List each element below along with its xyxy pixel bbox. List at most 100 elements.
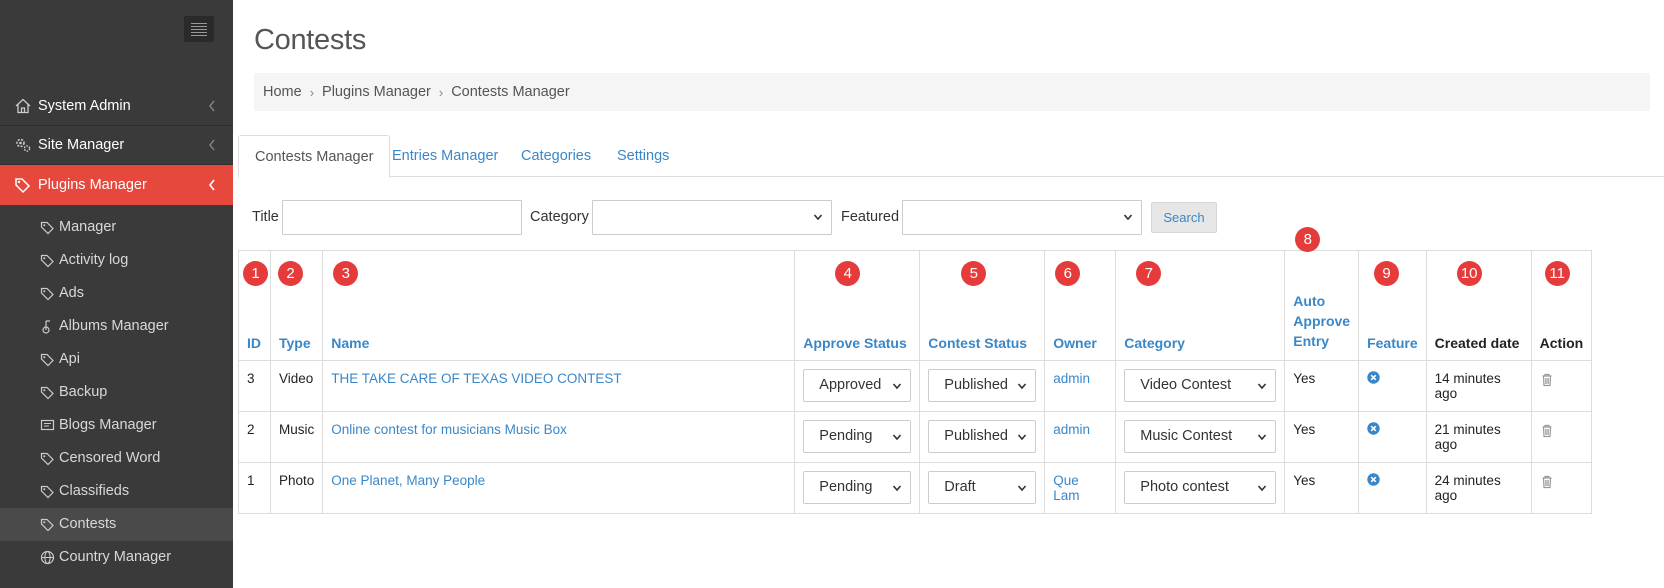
approve-status-select[interactable]: Pending	[803, 420, 912, 453]
contest-status-select[interactable]: Published	[928, 369, 1037, 402]
column-header-label: Action	[1539, 335, 1584, 351]
tab-categories[interactable]: Categories	[505, 135, 607, 177]
column-header-created-date[interactable]: 10 Created date	[1425, 250, 1532, 361]
category-select[interactable]: Video Contest	[1124, 369, 1277, 402]
cell-owner: Que Lam	[1044, 462, 1117, 514]
close-circle-icon[interactable]	[1367, 473, 1380, 486]
column-header-approve-status[interactable]: 4 Approve Status	[794, 250, 921, 361]
sidebar-section-label: Site Manager	[38, 137, 125, 153]
column-header-id[interactable]: 1 ID	[238, 250, 271, 361]
featured-filter-select[interactable]	[902, 200, 1142, 235]
cell-contest-status: Published	[919, 411, 1046, 463]
sidebar-item-blogs-manager[interactable]: Blogs Manager	[0, 409, 233, 442]
column-header-owner[interactable]: 6 Owner	[1044, 250, 1117, 361]
annotation-badge: 3	[333, 261, 359, 286]
sidebar-item-ads[interactable]: Ads	[0, 277, 233, 310]
approve-status-value: Pending	[819, 428, 873, 444]
column-header-type[interactable]: 2 Type	[269, 250, 324, 361]
trash-icon[interactable]	[1540, 423, 1554, 438]
sidebar-item-classifieds[interactable]: Classifieds	[0, 475, 233, 508]
annotation-badge: 7	[1136, 261, 1162, 286]
trash-icon[interactable]	[1540, 474, 1554, 489]
cell-id: 1	[238, 462, 271, 514]
cell-action	[1530, 462, 1593, 514]
approve-status-select[interactable]: Approved	[803, 369, 912, 402]
sidebar-item-site-manager[interactable]: Site Manager	[0, 125, 233, 165]
gears-icon	[16, 138, 31, 152]
hamburger-icon[interactable]	[184, 16, 214, 42]
cell-approve-status: Pending	[794, 411, 921, 463]
category-select[interactable]: Music Contest	[1124, 420, 1277, 453]
breadcrumb: Home › Plugins Manager › Contests Manage…	[254, 73, 1650, 111]
sidebar-item-api[interactable]: Api	[0, 343, 233, 376]
breadcrumb-plugins-manager[interactable]: Plugins Manager	[322, 84, 431, 100]
column-header-category[interactable]: 7 Category	[1115, 250, 1286, 361]
cell-name: Online contest for musicians Music Box	[322, 411, 796, 463]
chevron-left-icon	[208, 179, 215, 191]
table-header-row: 1 ID 2 Type 3 Name 4 Approve Status 5 Co…	[238, 227, 1593, 361]
sidebar-item-contests[interactable]: Contests	[0, 508, 233, 541]
contest-name-link[interactable]: Online contest for musicians Music Box	[331, 422, 567, 437]
chevron-down-icon	[893, 434, 902, 441]
category-select[interactable]: Photo contest	[1124, 471, 1277, 504]
column-header-auto-approve-entry[interactable]: 8 Auto Approve Entry	[1284, 227, 1360, 361]
chevron-left-icon	[209, 139, 215, 151]
tab-settings[interactable]: Settings	[601, 135, 685, 177]
contest-name-link[interactable]: THE TAKE CARE OF TEXAS VIDEO CONTEST	[331, 371, 621, 386]
contest-status-select[interactable]: Published	[928, 420, 1037, 453]
cell-name: THE TAKE CARE OF TEXAS VIDEO CONTEST	[322, 360, 796, 412]
page-title: Contests	[254, 24, 367, 56]
cell-category: Video Contest	[1115, 360, 1286, 412]
approve-status-select[interactable]: Pending	[803, 471, 912, 504]
annotation-badge: 5	[961, 261, 987, 286]
sidebar-item-country-manager[interactable]: Country Manager	[0, 541, 233, 574]
cell-feature	[1358, 360, 1427, 412]
annotation-badge: 4	[835, 261, 861, 286]
column-header-contest-status[interactable]: 5 Contest Status	[919, 250, 1046, 361]
sidebar-item-backup[interactable]: Backup	[0, 376, 233, 409]
sidebar-item-albums-manager[interactable]: Albums Manager	[0, 310, 233, 343]
cell-feature	[1358, 411, 1427, 463]
tag-icon	[40, 221, 54, 235]
globe-icon	[40, 550, 55, 565]
cell-owner: admin	[1044, 360, 1117, 412]
owner-link[interactable]: Que Lam	[1053, 473, 1079, 503]
home-icon	[15, 98, 31, 114]
owner-link[interactable]: admin	[1053, 422, 1090, 437]
contest-name-link[interactable]: One Planet, Many People	[331, 473, 485, 488]
search-button[interactable]: Search	[1151, 202, 1217, 233]
tab-contests-manager[interactable]: Contests Manager	[238, 135, 391, 178]
cell-type: Photo	[269, 462, 324, 514]
title-filter-input[interactable]	[282, 200, 522, 235]
sidebar-item-system-admin[interactable]: System Admin	[0, 86, 233, 126]
annotation-badge: 11	[1544, 261, 1570, 286]
tag-icon	[40, 485, 54, 499]
trash-icon[interactable]	[1540, 372, 1554, 387]
sidebar-item-label: Activity log	[59, 252, 129, 268]
chevron-down-icon	[1258, 485, 1267, 492]
breadcrumb-separator: ›	[309, 84, 315, 100]
sidebar-item-manager[interactable]: Manager	[0, 211, 233, 244]
sidebar-item-activity-log[interactable]: Activity log	[0, 244, 233, 277]
column-header-name[interactable]: 3 Name	[322, 250, 796, 361]
featured-filter-label: Featured	[841, 209, 900, 225]
tag-icon	[40, 254, 54, 268]
sidebar-item-censored-word[interactable]: Censored Word	[0, 442, 233, 475]
category-filter-select[interactable]	[592, 200, 832, 235]
sidebar-item-label: Ads	[59, 285, 84, 301]
breadcrumb-home[interactable]: Home	[263, 84, 302, 100]
contest-status-select[interactable]: Draft	[928, 471, 1037, 504]
column-header-feature[interactable]: 9 Feature	[1358, 250, 1427, 361]
column-header-label: Created date	[1434, 335, 1520, 351]
owner-link[interactable]: admin	[1053, 371, 1090, 386]
close-circle-icon[interactable]	[1367, 422, 1380, 435]
contest-status-value: Published	[944, 428, 1008, 444]
column-header-label: Category	[1124, 335, 1185, 351]
sidebar-item-label: Country Manager	[59, 549, 172, 565]
approve-status-value: Pending	[819, 479, 873, 495]
sidebar-item-plugins-manager[interactable]: Plugins Manager	[0, 165, 233, 205]
tab-entries-manager[interactable]: Entries Manager	[376, 135, 514, 177]
sidebar-section-label: Plugins Manager	[38, 177, 147, 193]
close-circle-icon[interactable]	[1367, 371, 1380, 384]
chevron-down-icon	[1018, 434, 1027, 441]
